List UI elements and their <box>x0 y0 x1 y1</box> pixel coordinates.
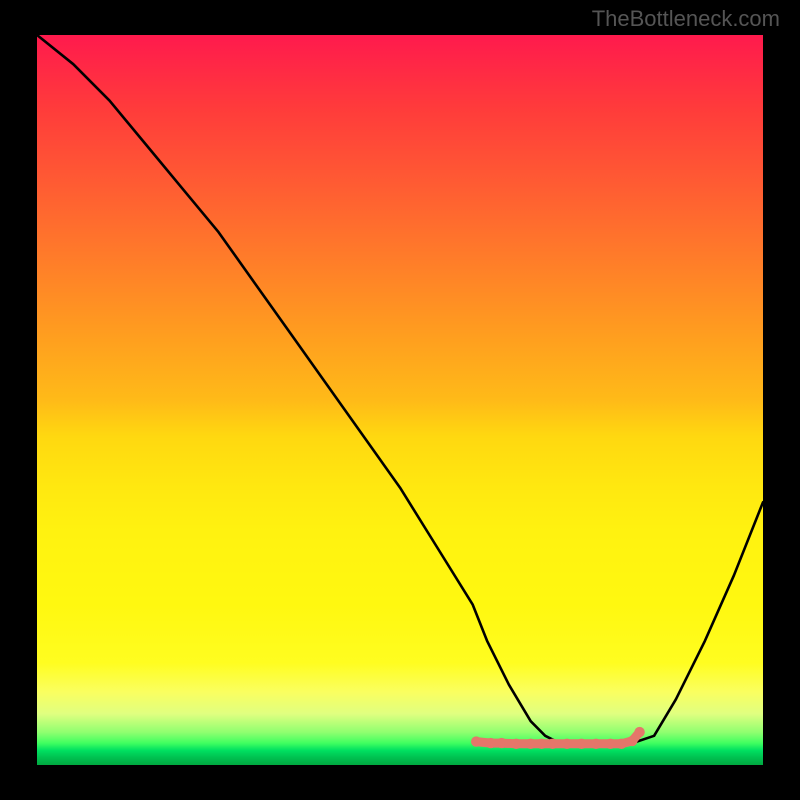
chart-marker-band <box>471 727 645 749</box>
marker-dot <box>605 739 615 749</box>
marker-dot <box>526 739 536 749</box>
marker-dot <box>511 739 521 749</box>
marker-dot <box>591 739 601 749</box>
chart-plot-area <box>37 35 763 765</box>
marker-dot <box>547 739 557 749</box>
marker-dot <box>471 736 481 746</box>
marker-dot <box>496 738 506 748</box>
marker-dot <box>634 727 644 737</box>
marker-dot <box>616 739 626 749</box>
marker-dot <box>536 739 546 749</box>
marker-dot <box>562 739 572 749</box>
marker-dot <box>486 738 496 748</box>
chart-svg <box>37 35 763 765</box>
marker-dot <box>627 736 637 746</box>
chart-curve <box>37 35 763 743</box>
marker-dot <box>576 739 586 749</box>
watermark-text: TheBottleneck.com <box>592 6 780 32</box>
